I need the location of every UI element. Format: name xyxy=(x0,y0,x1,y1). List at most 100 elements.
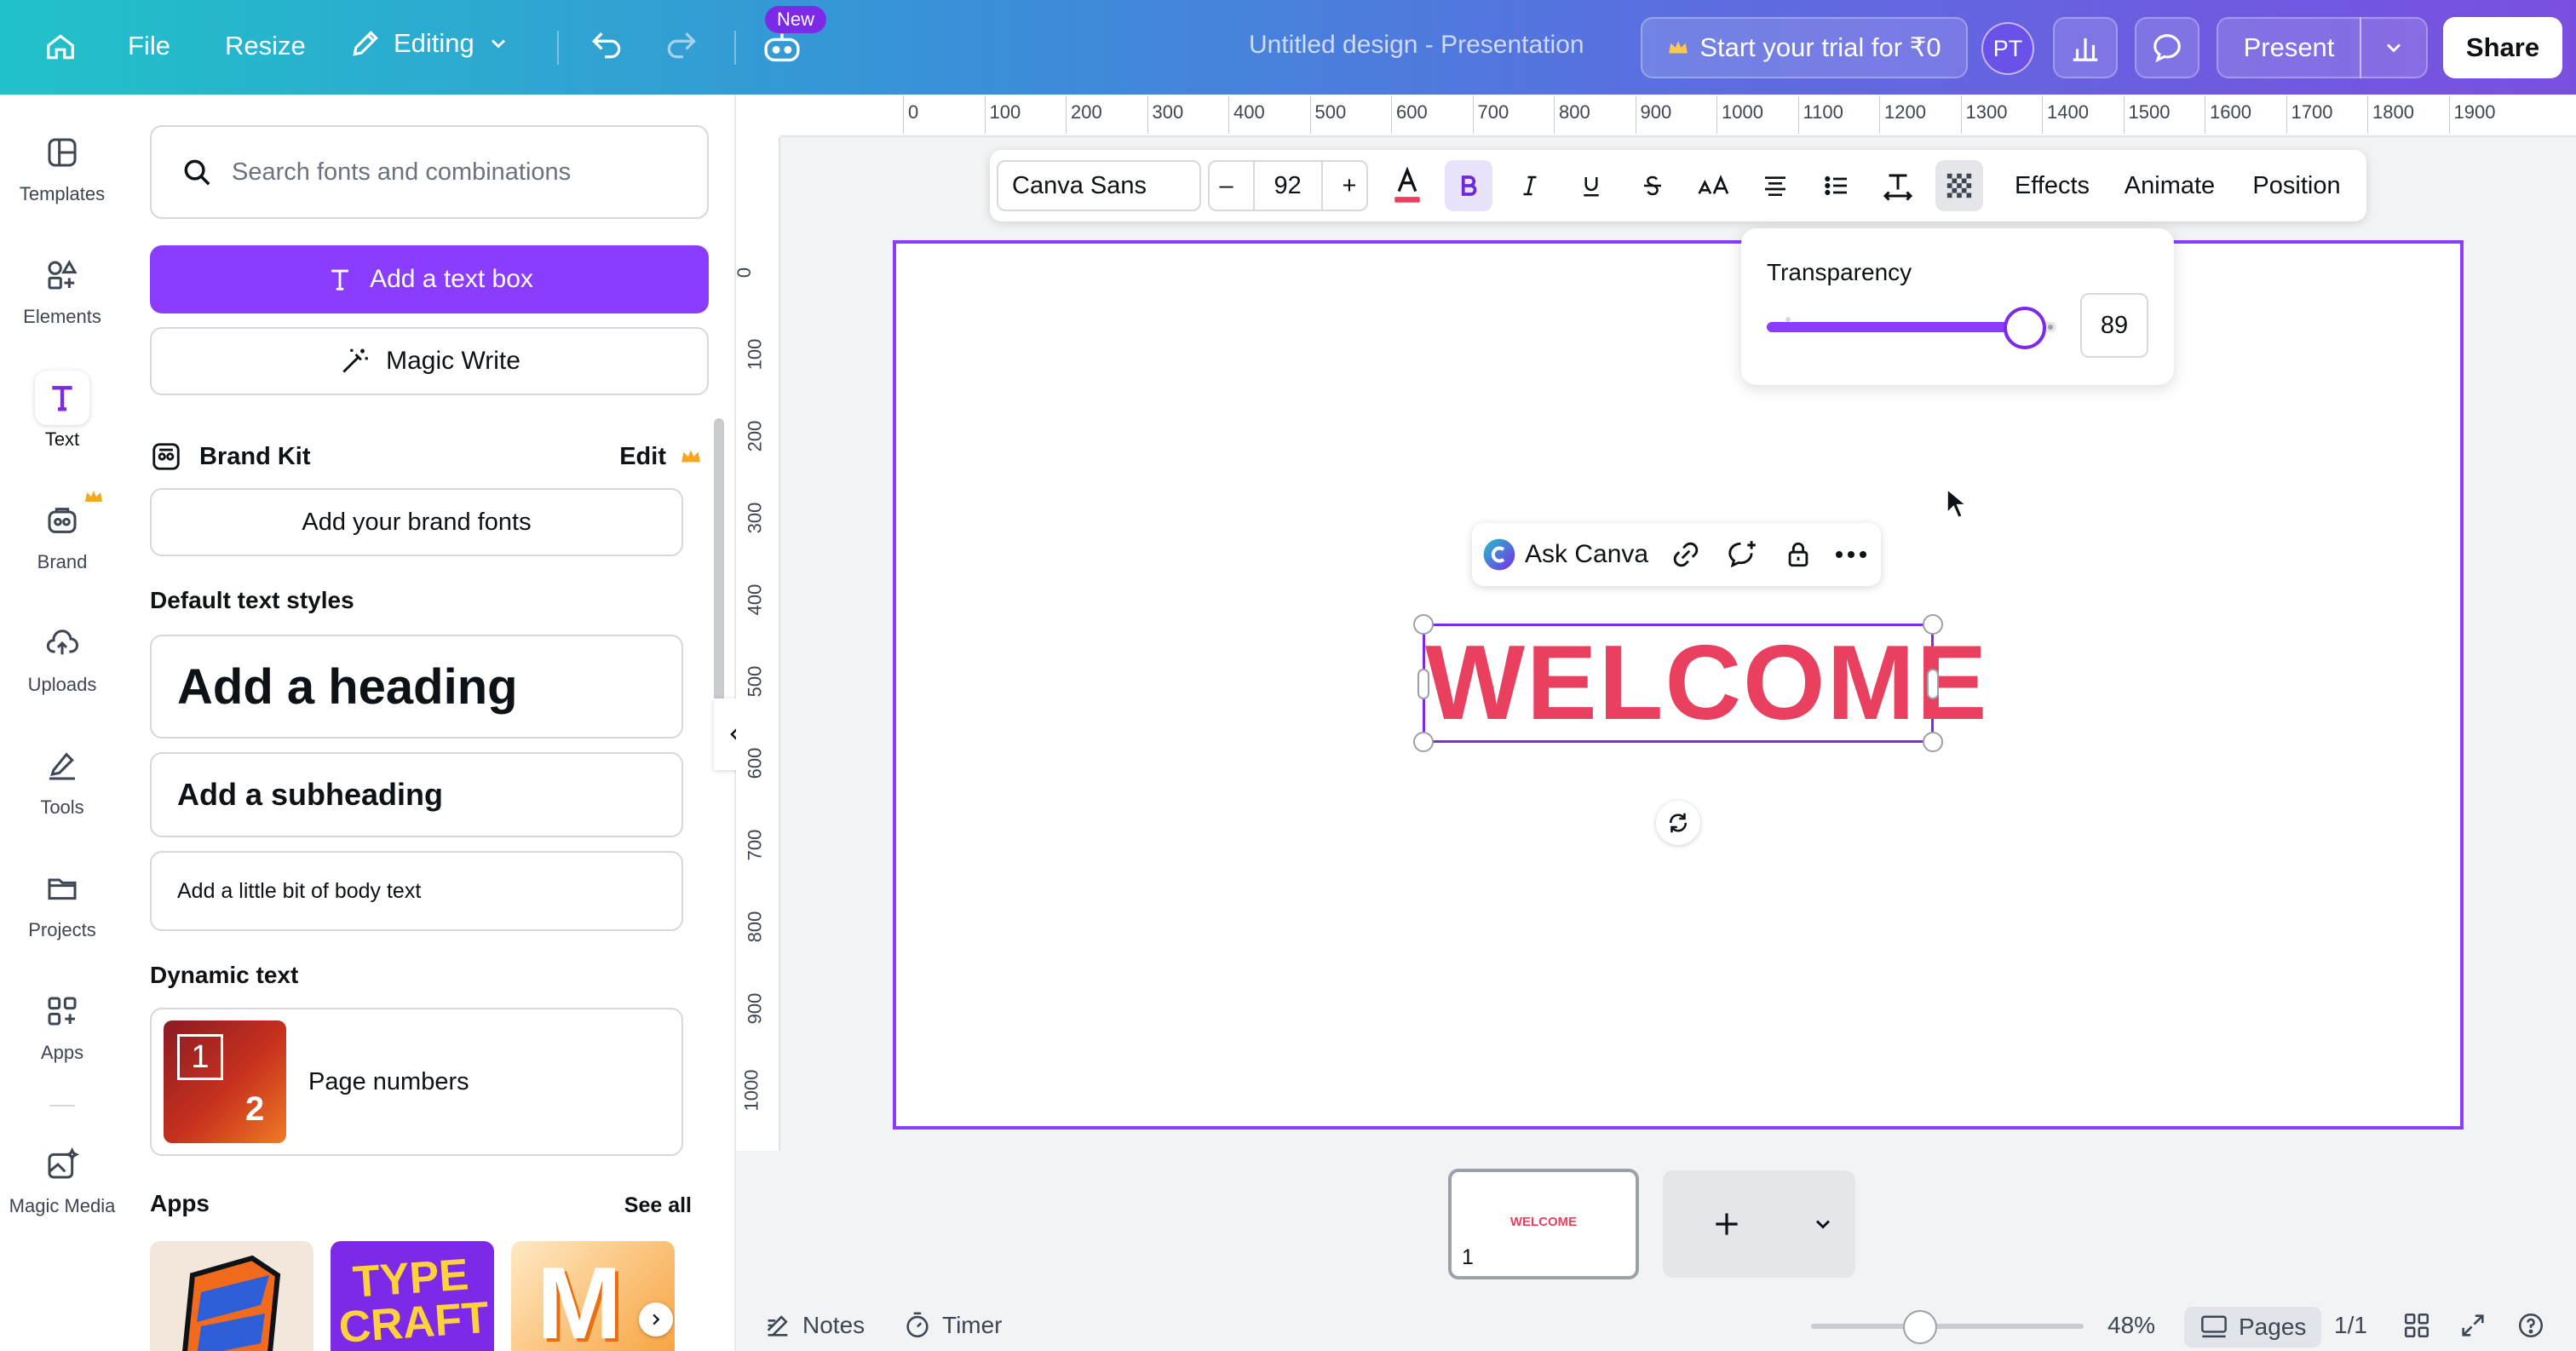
nav-item-uploads[interactable]: Uploads xyxy=(0,616,124,696)
app-thumbnail[interactable] xyxy=(150,1241,313,1351)
resize-handle[interactable] xyxy=(1923,614,1943,635)
avatar[interactable]: PT xyxy=(1981,22,2034,75)
present-button[interactable]: Present xyxy=(2217,17,2361,78)
see-all-link[interactable]: See all xyxy=(624,1193,692,1218)
position-button[interactable]: Position xyxy=(2239,160,2355,211)
ai-assistant-button[interactable] xyxy=(762,29,802,65)
selected-text-element[interactable]: WELCOME xyxy=(1413,614,1987,752)
animate-button[interactable]: Animate xyxy=(2114,160,2225,211)
zoom-slider[interactable] xyxy=(1811,1324,2084,1329)
page-thumbnail[interactable]: WELCOME 1 xyxy=(1448,1169,1639,1279)
ruler-label: 400 xyxy=(1233,101,1265,123)
ruler-label: 1600 xyxy=(2210,101,2251,123)
slider-fill xyxy=(1767,322,2025,332)
notes-button[interactable]: Notes xyxy=(763,1307,865,1344)
document-title[interactable]: Untitled design - Presentation xyxy=(1249,31,1584,60)
resize-handle[interactable] xyxy=(1927,669,1939,699)
file-menu[interactable]: File xyxy=(128,31,170,61)
present-options-button[interactable] xyxy=(2360,17,2428,78)
resize-menu[interactable]: Resize xyxy=(225,31,306,61)
ruler-tick xyxy=(1309,96,1311,134)
start-trial-button[interactable]: Start your trial for ₹0 xyxy=(1641,17,1968,78)
nav-item-text[interactable]: Text xyxy=(0,371,124,451)
magic-write-button[interactable]: Magic Write xyxy=(150,327,709,395)
resize-handle[interactable] xyxy=(1413,614,1434,635)
add-comment-button[interactable] xyxy=(1721,533,1763,576)
rotate-handle[interactable] xyxy=(1656,801,1700,845)
resize-handle[interactable] xyxy=(1413,732,1434,752)
editing-label: Editing xyxy=(394,28,474,58)
redo-icon xyxy=(663,26,700,63)
increase-size-button[interactable]: + xyxy=(1343,172,1357,200)
link-button[interactable] xyxy=(1665,533,1707,576)
carousel-next-button[interactable] xyxy=(639,1302,673,1337)
italic-button[interactable] xyxy=(1506,160,1554,211)
share-button[interactable]: Share xyxy=(2443,17,2562,78)
underline-button[interactable] xyxy=(1567,160,1615,211)
text-align-button[interactable] xyxy=(1751,160,1799,211)
ask-canva-button[interactable]: Ask Canva xyxy=(1482,533,1648,576)
zoom-level[interactable]: 48% xyxy=(2107,1307,2155,1344)
fullscreen-button[interactable] xyxy=(2458,1307,2487,1344)
slider-thumb[interactable] xyxy=(2004,307,2046,349)
transparency-button[interactable] xyxy=(1935,160,1983,211)
page-numbers-button[interactable]: 1 2 Page numbers xyxy=(150,1008,683,1156)
font-size-value[interactable]: 92 xyxy=(1274,172,1301,200)
lock-button[interactable] xyxy=(1777,533,1820,576)
decrease-size-button[interactable]: – xyxy=(1219,172,1233,200)
list-button[interactable] xyxy=(1813,160,1860,211)
app-thumbnail[interactable]: TYPE CRAFT xyxy=(331,1241,494,1351)
dynamic-text-title: Dynamic text xyxy=(150,962,299,988)
effects-button[interactable]: Effects xyxy=(2004,160,2101,211)
resize-handle[interactable] xyxy=(1923,732,1943,752)
nav-item-elements[interactable]: Elements xyxy=(0,248,124,328)
pages-button[interactable]: Pages xyxy=(2184,1307,2322,1348)
ruler-tick xyxy=(2286,96,2287,134)
nav-item-apps[interactable]: Apps xyxy=(0,984,124,1064)
editing-mode-menu[interactable]: Editing xyxy=(349,27,510,60)
add-page-options-button[interactable] xyxy=(1791,1170,1855,1278)
page-count: 1/1 xyxy=(2334,1312,2367,1338)
add-text-box-button[interactable]: Add a text box xyxy=(150,245,709,313)
nav-item-tools[interactable]: Tools xyxy=(0,739,124,819)
add-heading-button[interactable]: Add a heading xyxy=(150,635,683,739)
welcome-text[interactable]: WELCOME xyxy=(1425,623,1987,744)
undo-button[interactable] xyxy=(588,26,625,63)
nav-item-magic-media[interactable]: Magic Media xyxy=(0,1137,124,1217)
zoom-slider-thumb[interactable] xyxy=(1903,1310,1937,1344)
cloud-upload-icon xyxy=(35,616,89,670)
comments-button[interactable] xyxy=(2135,17,2199,78)
add-page-button[interactable] xyxy=(1663,1170,1791,1278)
default-styles-title: Default text styles xyxy=(150,587,354,613)
nav-item-projects[interactable]: Projects xyxy=(0,861,124,941)
add-brand-fonts-button[interactable]: Add your brand fonts xyxy=(150,488,683,556)
brand-kit-edit-link[interactable]: Edit xyxy=(619,443,666,471)
letter-case-button[interactable] xyxy=(1690,160,1738,211)
transparency-value-input[interactable]: 89 xyxy=(2080,293,2148,358)
insights-button[interactable] xyxy=(2053,17,2118,78)
font-search-input[interactable] xyxy=(232,158,675,187)
bold-button[interactable] xyxy=(1445,160,1492,211)
app-thumbnail[interactable]: M xyxy=(511,1241,675,1351)
add-body-text-button[interactable]: Add a little bit of body text xyxy=(150,851,683,931)
ruler-tick xyxy=(2367,96,2368,134)
text-icon xyxy=(35,371,89,425)
nav-item-brand[interactable]: Brand xyxy=(0,491,124,573)
add-subheading-button[interactable]: Add a subheading xyxy=(150,752,683,837)
nav-item-templates[interactable]: Templates xyxy=(0,125,124,205)
font-family-select[interactable]: Canva Sans xyxy=(997,160,1201,211)
ruler-tick xyxy=(984,96,986,134)
home-button[interactable] xyxy=(29,15,92,78)
font-search-box[interactable] xyxy=(150,125,709,219)
text-color-button[interactable] xyxy=(1383,160,1431,211)
timer-button[interactable]: Timer xyxy=(903,1307,1003,1344)
redo-button[interactable] xyxy=(663,26,700,63)
more-options-button[interactable] xyxy=(1830,533,1872,576)
ruler-label: 1500 xyxy=(2128,101,2171,123)
help-button[interactable] xyxy=(2516,1307,2545,1344)
strikethrough-button[interactable] xyxy=(1629,160,1676,211)
grid-view-button[interactable] xyxy=(2402,1307,2431,1344)
top-ruler: 0 100 200 300 400 500 600 700 800 900 1000 1100 1200… xyxy=(780,95,2576,137)
spacing-button[interactable] xyxy=(1874,160,1922,211)
resize-handle[interactable] xyxy=(1417,669,1429,699)
